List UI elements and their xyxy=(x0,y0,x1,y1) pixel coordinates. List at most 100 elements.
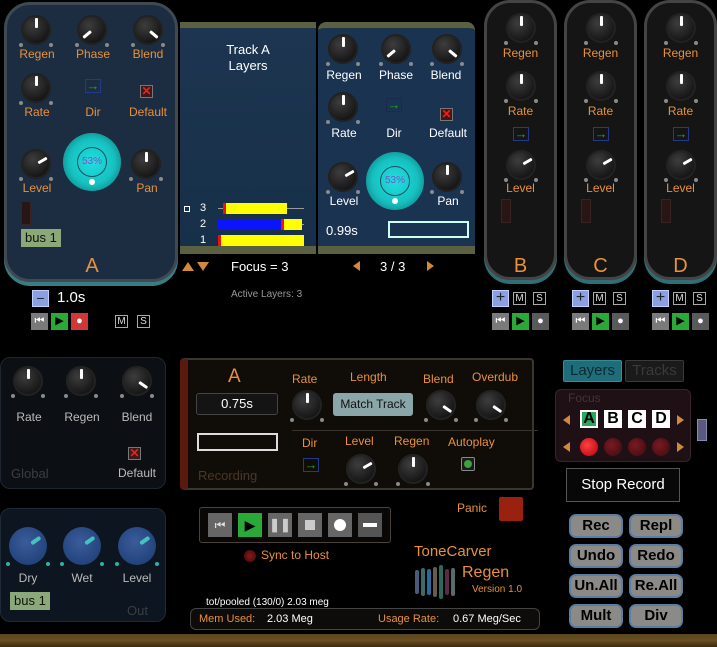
prev-layer-icon[interactable] xyxy=(353,261,360,271)
focus-led-b[interactable] xyxy=(604,438,622,456)
record-button[interactable]: ● xyxy=(71,313,88,330)
mult-button[interactable]: Mult xyxy=(569,604,623,628)
pan-knob[interactable] xyxy=(129,149,163,181)
focus-next-track-icon[interactable] xyxy=(677,415,684,425)
global-rate-knob[interactable] xyxy=(11,366,45,398)
tab-layers[interactable]: Layers xyxy=(563,360,622,382)
mute-button[interactable]: M xyxy=(513,292,526,305)
bus-selector[interactable]: bus 1 xyxy=(21,229,61,247)
solo-button[interactable]: S xyxy=(693,292,706,305)
autoplay-toggle[interactable] xyxy=(461,457,475,471)
layer-phase-dial[interactable]: 53% xyxy=(366,152,424,210)
focus-prev-led-icon[interactable] xyxy=(563,442,570,452)
track-direction-toggle[interactable]: → xyxy=(593,127,609,141)
global-default-checkbox[interactable]: ✕ xyxy=(128,447,141,460)
panic-button[interactable] xyxy=(499,497,523,521)
record-button[interactable]: ● xyxy=(612,313,629,330)
restart-button[interactable]: ⏮ xyxy=(492,313,509,330)
focus-track-c[interactable]: C xyxy=(628,410,646,428)
sync-led[interactable] xyxy=(244,550,256,562)
record-button[interactable]: ● xyxy=(692,313,709,330)
rate-knob[interactable] xyxy=(19,73,53,105)
play-button[interactable]: ▶ xyxy=(51,313,68,330)
tab-tracks[interactable]: Tracks xyxy=(625,360,684,382)
transport-restart-button[interactable]: ⏮ xyxy=(208,513,232,537)
blend-knob[interactable] xyxy=(131,15,165,47)
restart-button[interactable]: ⏮ xyxy=(572,313,589,330)
out-level-knob[interactable] xyxy=(115,527,159,566)
direction-toggle[interactable]: → xyxy=(85,79,101,93)
mute-button[interactable]: M xyxy=(593,292,606,305)
transport-clear-button[interactable] xyxy=(358,513,382,537)
restart-button[interactable]: ⏮ xyxy=(652,313,669,330)
dry-knob[interactable] xyxy=(6,527,50,566)
layer-default-checkbox[interactable]: ✕ xyxy=(440,108,453,121)
play-button[interactable]: ▶ xyxy=(672,313,689,330)
play-button[interactable]: ▶ xyxy=(512,313,529,330)
track-direction-toggle[interactable]: → xyxy=(673,127,689,141)
phase-knob[interactable] xyxy=(75,15,109,47)
default-checkbox[interactable]: ✕ xyxy=(140,85,153,98)
record-button[interactable]: ● xyxy=(532,313,549,330)
add-layer-button[interactable]: + xyxy=(652,290,669,307)
layer-row[interactable]: 3 xyxy=(180,202,316,216)
layer-row[interactable]: 1 xyxy=(180,234,316,248)
layer-phase-knob[interactable] xyxy=(379,34,413,66)
layer-rate-knob[interactable] xyxy=(326,92,360,124)
rec-direction-toggle[interactable]: → xyxy=(303,458,319,472)
match-track-button[interactable]: Match Track xyxy=(333,393,413,416)
transport-pause-button[interactable]: ❚❚ xyxy=(268,513,292,537)
un-all-button[interactable]: Un.All xyxy=(569,574,623,598)
stop-record-button[interactable]: Stop Record xyxy=(566,468,680,502)
layer-regen-knob[interactable] xyxy=(326,34,360,66)
level-knob[interactable] xyxy=(19,149,53,181)
transport-record-button[interactable] xyxy=(328,513,352,537)
wet-knob[interactable] xyxy=(60,527,104,566)
rec-regen-knob[interactable] xyxy=(396,454,430,486)
rec-rate-knob[interactable] xyxy=(290,390,324,422)
track-level-knob[interactable] xyxy=(584,150,618,182)
re-all-button[interactable]: Re.All xyxy=(629,574,683,598)
next-layer-icon[interactable] xyxy=(427,261,434,271)
focus-prev-track-icon[interactable] xyxy=(563,415,570,425)
play-button[interactable]: ▶ xyxy=(592,313,609,330)
track-direction-toggle[interactable]: → xyxy=(513,127,529,141)
focus-next-led-icon[interactable] xyxy=(677,442,684,452)
track-level-knob[interactable] xyxy=(504,150,538,182)
layer-row[interactable]: 2 xyxy=(180,218,316,232)
out-bus-selector[interactable]: bus 1 xyxy=(10,592,50,610)
rec-button[interactable]: Rec xyxy=(569,514,623,538)
transport-play-button[interactable]: ▶ xyxy=(238,513,262,537)
focus-led-d[interactable] xyxy=(652,438,670,456)
solo-button[interactable]: S xyxy=(533,292,546,305)
layer-pan-knob[interactable] xyxy=(430,162,464,194)
layer-blend-knob[interactable] xyxy=(430,34,464,66)
minus-button[interactable]: − xyxy=(32,290,49,307)
track-rate-knob[interactable] xyxy=(664,71,698,103)
layer-level-knob[interactable] xyxy=(326,162,360,194)
layer-down-icon[interactable] xyxy=(197,262,209,271)
add-layer-button[interactable]: + xyxy=(572,290,589,307)
track-rate-knob[interactable] xyxy=(504,71,538,103)
layer-direction-toggle[interactable]: → xyxy=(386,98,402,112)
add-layer-button[interactable]: + xyxy=(492,290,509,307)
track-regen-knob[interactable] xyxy=(504,13,538,45)
track-rate-knob[interactable] xyxy=(584,71,618,103)
overdub-knob[interactable] xyxy=(474,390,508,422)
mute-button[interactable]: M xyxy=(115,315,128,328)
focus-track-a[interactable]: A xyxy=(580,410,598,428)
solo-button[interactable]: S xyxy=(137,315,150,328)
redo-button[interactable]: Redo xyxy=(629,544,683,568)
solo-button[interactable]: S xyxy=(613,292,626,305)
repl-button[interactable]: Repl xyxy=(629,514,683,538)
track-regen-knob[interactable] xyxy=(664,13,698,45)
regen-knob[interactable] xyxy=(19,15,53,47)
focus-led-c[interactable] xyxy=(628,438,646,456)
mute-button[interactable]: M xyxy=(673,292,686,305)
focus-led-a[interactable] xyxy=(580,438,598,456)
focus-track-b[interactable]: B xyxy=(604,410,622,428)
global-blend-knob[interactable] xyxy=(120,366,154,398)
track-level-knob[interactable] xyxy=(664,150,698,182)
global-regen-knob[interactable] xyxy=(64,366,98,398)
rec-blend-knob[interactable] xyxy=(424,390,458,422)
